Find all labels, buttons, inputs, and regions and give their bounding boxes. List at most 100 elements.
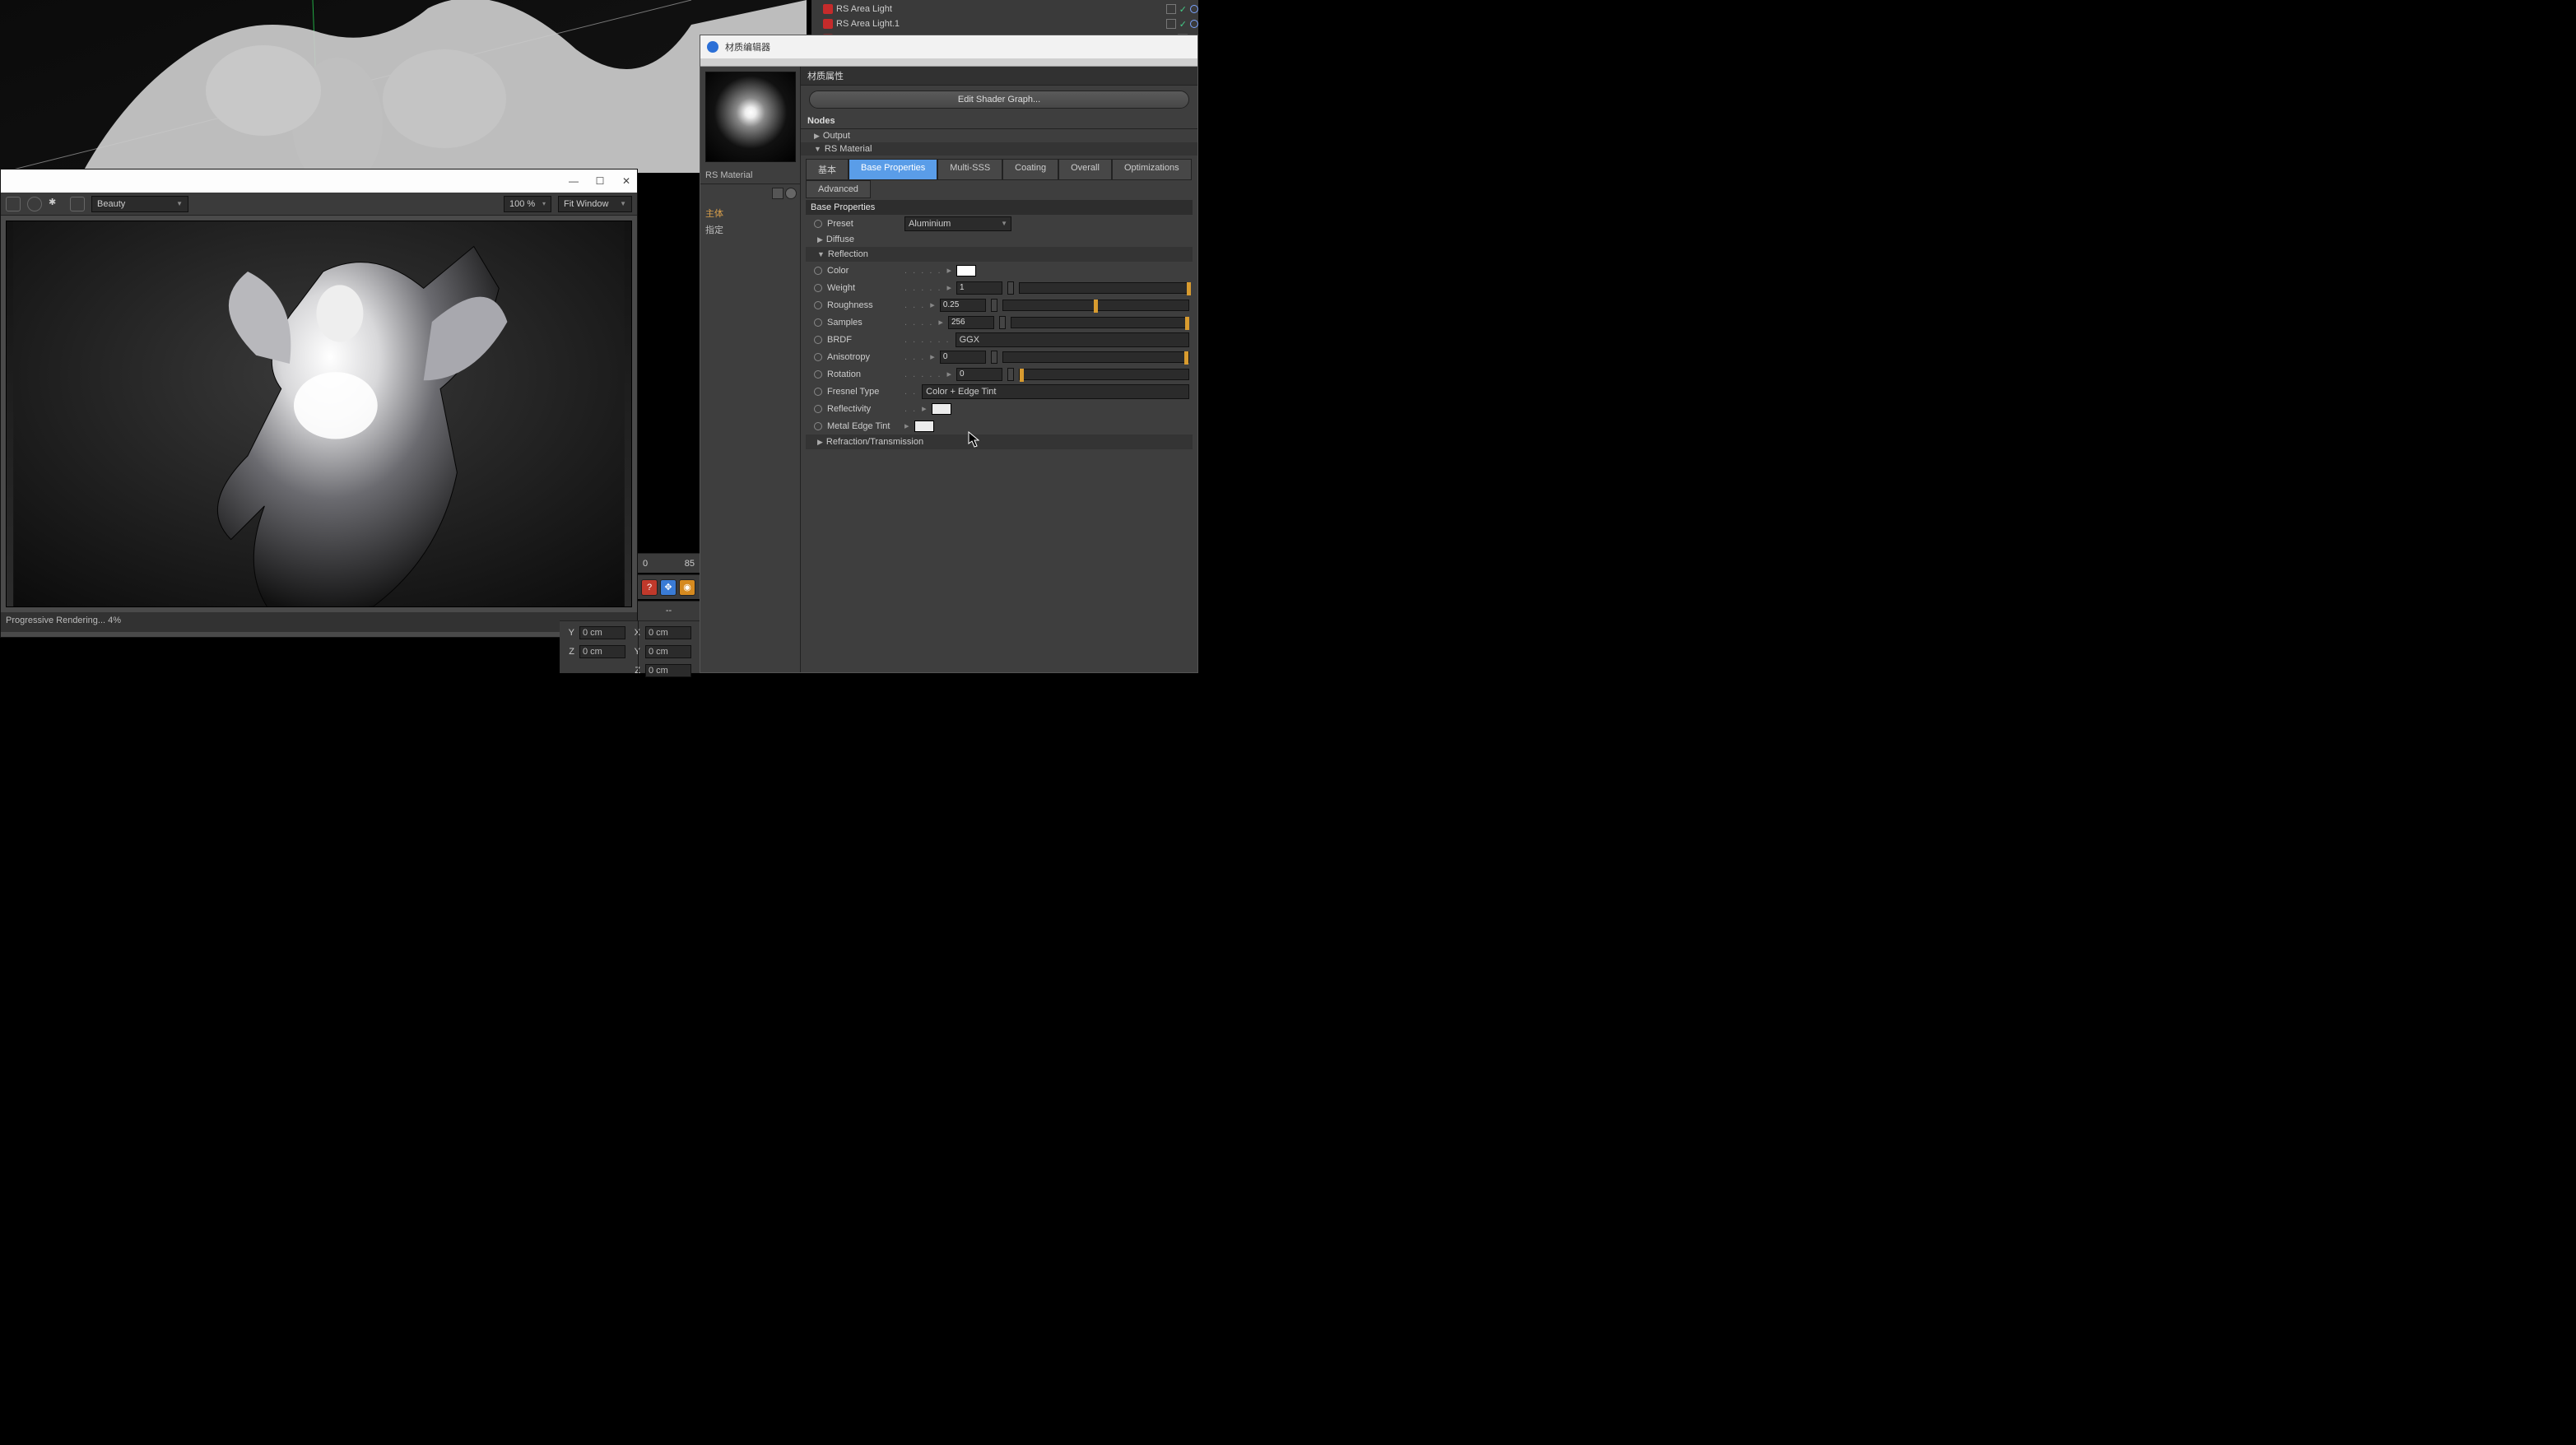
param-link-icon[interactable]	[814, 318, 822, 327]
aov-dropdown[interactable]: Beauty▼	[91, 196, 188, 212]
base-properties-header: Base Properties	[806, 200, 1193, 215]
render-view-window[interactable]: — ☐ ✕ ✱ Beauty▼ 100 %▾ Fit Window▼	[0, 169, 638, 638]
render-toggle[interactable]	[1190, 20, 1198, 28]
property-tabs: 基本 Base Properties Multi-SSS Coating Ove…	[801, 156, 1197, 198]
square-icon[interactable]	[70, 197, 85, 211]
brdf-dropdown[interactable]: GGX	[956, 332, 1189, 347]
arrow-icon[interactable]	[772, 188, 783, 199]
rotation-label: Rotation	[827, 369, 900, 379]
edit-shader-graph-button[interactable]: Edit Shader Graph...	[809, 91, 1189, 109]
tab-advanced[interactable]: Advanced	[806, 180, 871, 198]
3d-viewport[interactable]	[0, 0, 807, 173]
spinner-icon[interactable]	[991, 351, 997, 364]
roughness-input[interactable]: 0.25	[940, 299, 986, 312]
timeline-frame: 0	[643, 559, 648, 569]
move-button[interactable]: ✥	[660, 579, 677, 596]
nodes-header: Nodes	[801, 114, 1197, 129]
node-rsmaterial[interactable]: ▼RS Material	[801, 142, 1197, 156]
param-link-icon[interactable]	[814, 267, 822, 275]
coord-input[interactable]: 0 cm	[645, 664, 691, 677]
snowflake-icon[interactable]: ✱	[49, 197, 63, 211]
timeline[interactable]: 0 85	[638, 553, 700, 573]
tab-base-properties[interactable]: Base Properties	[849, 159, 937, 180]
spinner-icon[interactable]	[999, 316, 1006, 329]
tab-optimizations[interactable]: Optimizations	[1112, 159, 1192, 180]
spinner-icon[interactable]	[1007, 368, 1014, 381]
material-preview[interactable]	[705, 72, 796, 162]
preset-row: Preset Aluminium▼	[806, 215, 1193, 232]
scene-item[interactable]: RS Area Light ✓	[811, 2, 1198, 16]
spinner-icon[interactable]	[1007, 281, 1014, 295]
tab-coating[interactable]: Coating	[1002, 159, 1058, 180]
param-link-icon[interactable]	[814, 284, 822, 292]
minimize-button[interactable]: —	[568, 175, 579, 187]
node-output[interactable]: ▶Output	[801, 129, 1197, 142]
material-editor-window[interactable]: 材质编辑器 RS Material 主体 指定 材质属性 Edit Shader…	[700, 35, 1198, 673]
samples-input[interactable]: 256	[948, 316, 994, 329]
weight-input[interactable]: 1	[956, 281, 1002, 295]
param-link-icon[interactable]	[814, 353, 822, 361]
anisotropy-input[interactable]: 0	[940, 351, 986, 364]
fit-dropdown[interactable]: Fit Window▼	[558, 196, 632, 212]
roughness-label: Roughness	[827, 300, 900, 310]
refraction-foldout[interactable]: ▶Refraction/Transmission	[806, 434, 1193, 449]
zoom-dropdown[interactable]: 100 %▾	[504, 196, 551, 212]
render-toggle[interactable]	[1190, 5, 1198, 13]
param-link-icon[interactable]	[814, 370, 822, 379]
tab-multi-sss[interactable]: Multi-SSS	[937, 159, 1002, 180]
tab-overall[interactable]: Overall	[1058, 159, 1112, 180]
reflection-foldout[interactable]: ▼Reflection	[806, 247, 1193, 262]
color-swatch[interactable]	[956, 265, 976, 276]
assign-tab-assign[interactable]: 指定	[705, 223, 795, 236]
rotation-slider[interactable]	[1019, 369, 1189, 380]
maximize-button[interactable]: ☐	[594, 175, 606, 187]
param-link-icon[interactable]	[814, 405, 822, 413]
visibility-toggle[interactable]	[1166, 19, 1176, 29]
brdf-label: BRDF	[827, 335, 900, 345]
preset-dropdown[interactable]: Aluminium▼	[904, 216, 1011, 231]
window-titlebar[interactable]: — ☐ ✕	[1, 170, 637, 193]
globe-icon[interactable]	[785, 188, 797, 199]
spinner-icon[interactable]	[991, 299, 997, 312]
fresnel-type-dropdown[interactable]: Color + Edge Tint	[922, 384, 1189, 399]
anisotropy-slider[interactable]	[1002, 351, 1189, 363]
material-name[interactable]: RS Material	[700, 167, 800, 184]
record-button[interactable]: ◉	[679, 579, 695, 596]
check-icon: ✓	[1179, 4, 1187, 15]
assign-tab-body[interactable]: 主体	[705, 207, 795, 220]
coord-input[interactable]: 0 cm	[645, 626, 691, 639]
close-button[interactable]: ✕	[621, 175, 632, 187]
param-link-icon[interactable]	[814, 220, 822, 228]
circle-icon[interactable]	[27, 197, 42, 211]
param-link-icon[interactable]	[814, 301, 822, 309]
scene-item[interactable]: RS Area Light.1 ✓	[811, 16, 1198, 31]
scene-tree[interactable]: RS Area Light ✓ RS Area Light.1 ✓ RS Are…	[811, 0, 1198, 35]
help-button[interactable]: ?	[641, 579, 658, 596]
metal-edge-tint-swatch[interactable]	[914, 420, 934, 432]
rotation-input[interactable]: 0	[956, 368, 1002, 381]
render-toolbar: ✱ Beauty▼ 100 %▾ Fit Window▼	[1, 193, 637, 216]
tab-basic[interactable]: 基本	[806, 159, 849, 180]
param-link-icon[interactable]	[814, 422, 822, 430]
coord-input[interactable]: 0 cm	[579, 626, 625, 639]
anisotropy-label: Anisotropy	[827, 352, 900, 362]
window-titlebar[interactable]: 材质编辑器	[700, 35, 1197, 58]
param-link-icon[interactable]	[814, 388, 822, 396]
app-icon	[707, 41, 718, 53]
roughness-slider[interactable]	[1002, 300, 1189, 311]
coord-input[interactable]: 0 cm	[645, 645, 691, 658]
coord-input[interactable]: 0 cm	[579, 645, 625, 658]
diffuse-foldout[interactable]: ▶Diffuse	[806, 232, 1193, 247]
camera-icon[interactable]	[6, 197, 21, 211]
weight-slider[interactable]	[1019, 282, 1189, 294]
visibility-toggle[interactable]	[1166, 4, 1176, 14]
reflectivity-swatch[interactable]	[932, 403, 951, 415]
render-output[interactable]	[6, 221, 632, 607]
window-grip[interactable]	[700, 58, 1197, 67]
coordinate-panel: Y0 cm X0 cm Z0 cm Y0 cm Z0 cm	[560, 620, 700, 673]
fresnel-type-label: Fresnel Type	[827, 387, 900, 397]
samples-slider[interactable]	[1011, 317, 1189, 328]
properties-header: 材质属性	[801, 67, 1197, 86]
param-link-icon[interactable]	[814, 336, 822, 344]
scene-item-label: RS Area Light.1	[836, 19, 900, 29]
